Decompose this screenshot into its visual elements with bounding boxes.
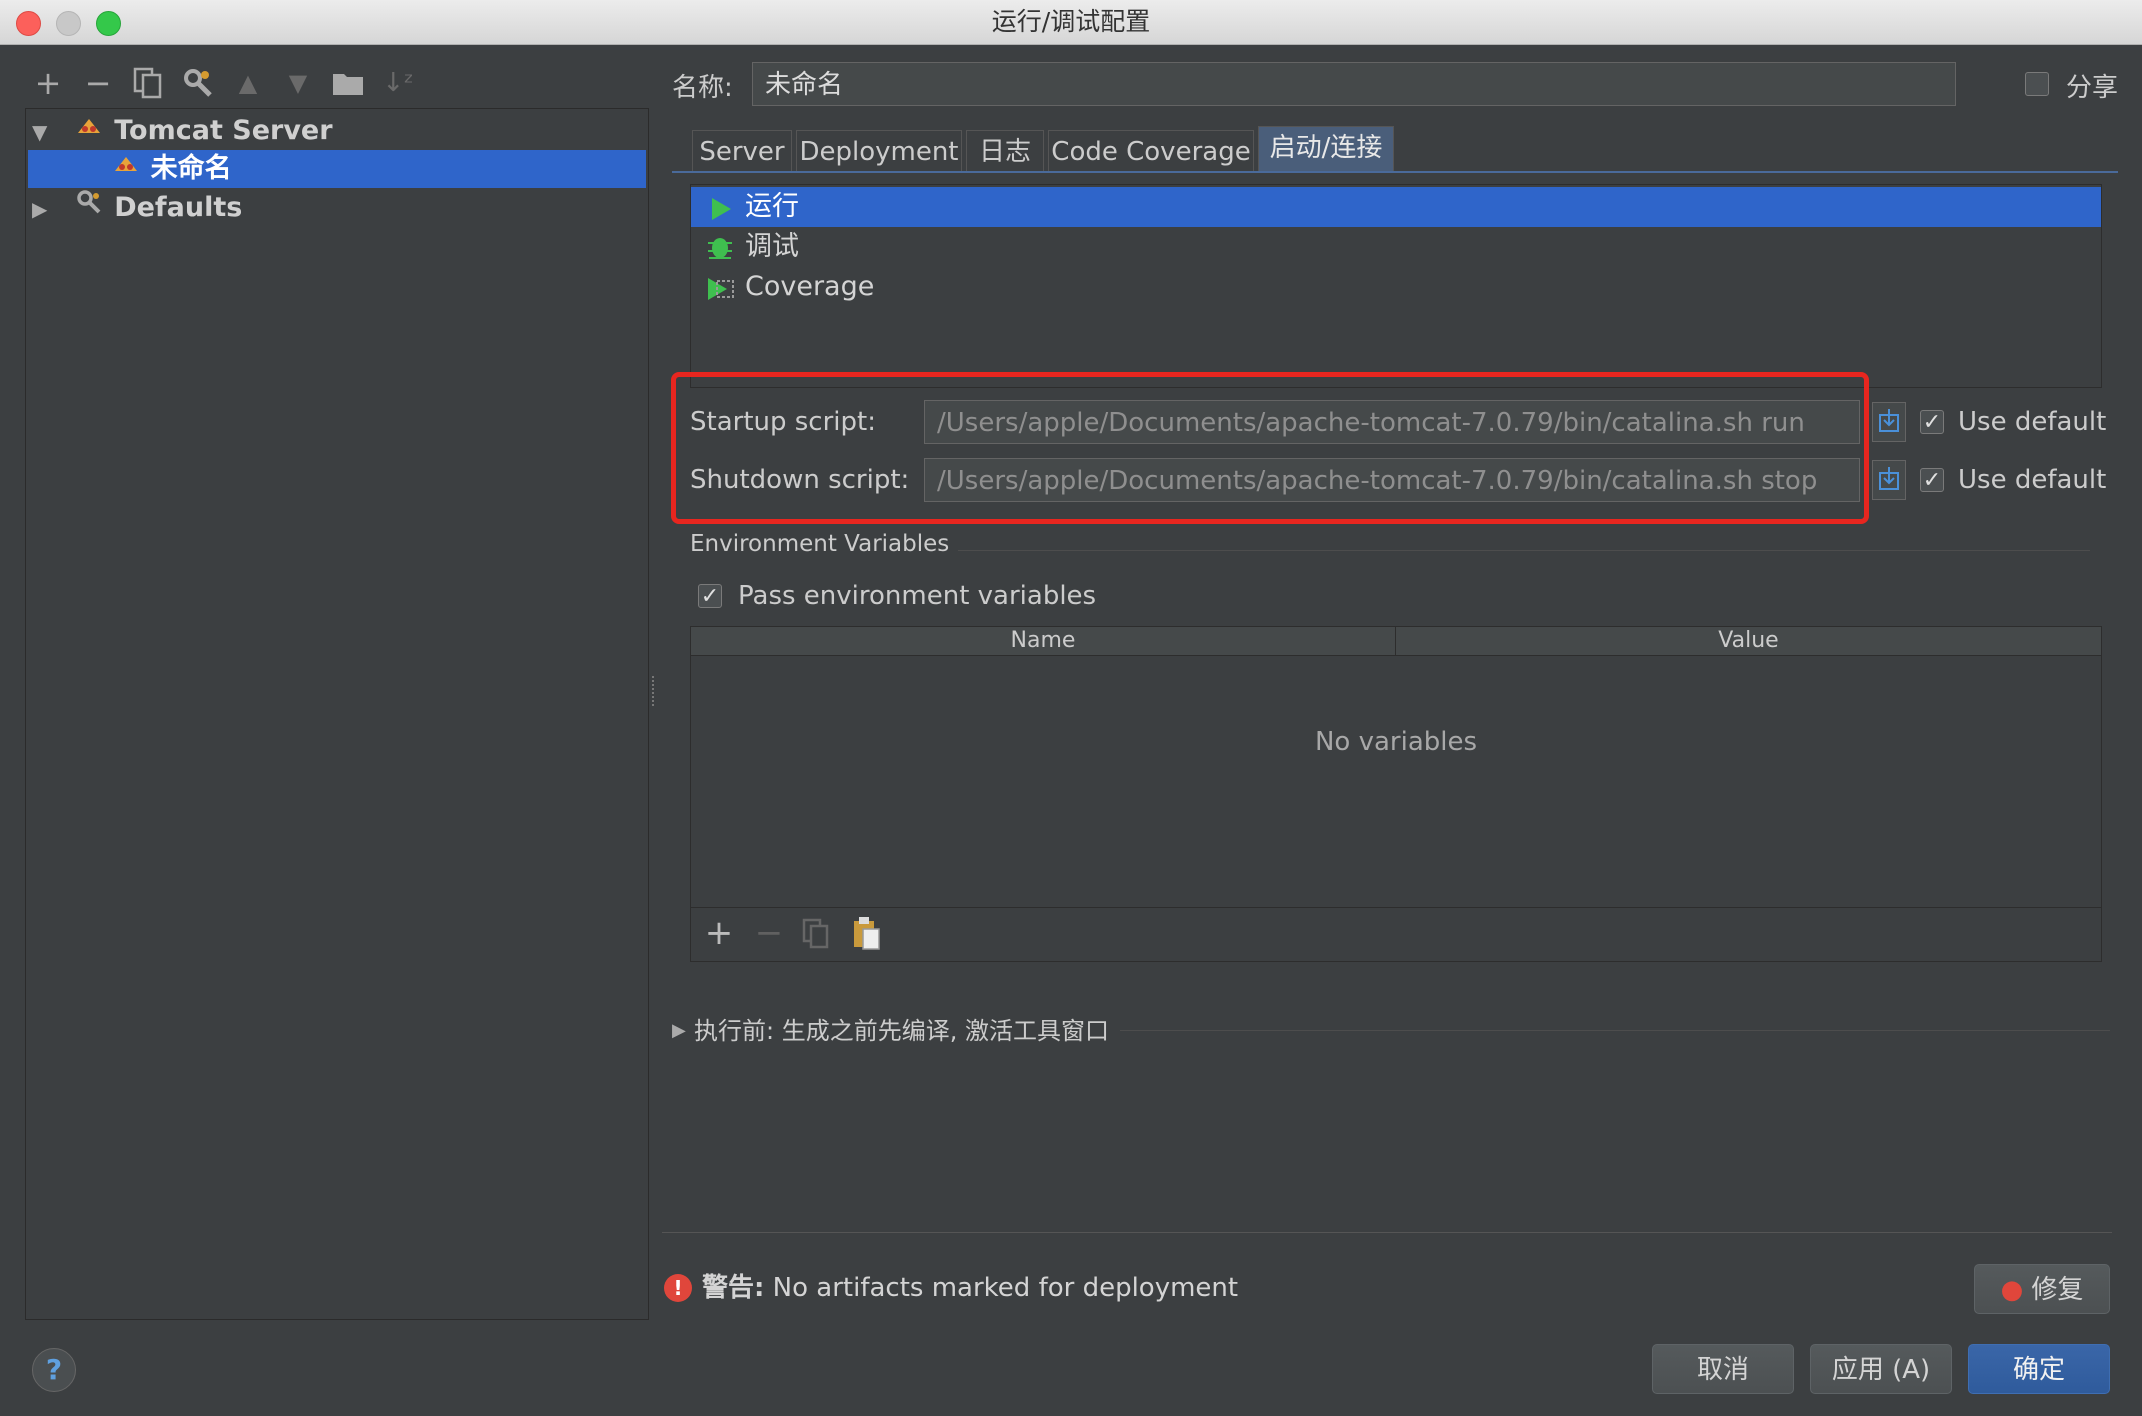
configuration-tree-panel [25,108,649,1320]
tomcat-icon [112,150,142,188]
tomcat-icon [75,112,105,150]
add-icon[interactable]: + [28,62,68,104]
tab-startup-connection[interactable]: 启动/连接 [1258,126,1394,172]
help-button[interactable]: ? [32,1348,76,1392]
highlight-annotation-box [671,372,1869,524]
fix-button[interactable]: ● 修复 [1974,1264,2110,1314]
error-icon: ! [664,1274,692,1302]
sort-icon[interactable]: ↓ᶻ [378,62,418,104]
browse-file-icon [1879,409,1899,432]
copy-variable-icon[interactable] [801,917,833,955]
warning-prefix: 警告: [702,1273,765,1303]
add-variable-icon[interactable]: + [701,913,737,953]
move-up-icon[interactable]: ▲ [228,62,268,104]
column-header-value[interactable]: Value [1396,627,2101,656]
name-input[interactable]: 未命名 [752,62,1956,106]
mode-list: 运行 调试 Coverage [690,184,2102,388]
window-titlebar: 运行/调试配置 [0,0,2142,45]
tree-item-label: Tomcat Server [114,115,333,146]
tree-item-label: Defaults [114,192,243,223]
folder-icon[interactable] [328,62,368,104]
share-checkbox[interactable] [2025,72,2049,96]
tree-item-defaults[interactable]: ▶ Defaults [32,188,242,226]
pass-env-checkbox[interactable]: ✓ [698,584,722,609]
before-launch-separator [1120,1030,2110,1031]
mode-item-run[interactable]: 运行 [691,187,2101,227]
shutdown-use-default-label: Use default [1958,465,2107,495]
wrench-settings-icon[interactable] [178,62,218,104]
startup-use-default-label: Use default [1958,407,2107,437]
apply-button[interactable]: 应用 (A) [1810,1344,1952,1394]
shutdown-use-default-checkbox[interactable]: ✓ [1920,468,1944,493]
mode-item-debug[interactable]: 调试 [691,227,2101,267]
tree-item-tomcat-server[interactable]: ▼ Tomcat Server [32,112,333,150]
tree-item-label: 未命名 [150,153,232,184]
table-toolbar-separator [691,907,2101,908]
fix-bulb-icon: ● [2000,1275,2024,1305]
before-launch-label[interactable]: 执行前: 生成之前先编译, 激活工具窗口 [694,1014,1109,1048]
coverage-icon [705,274,735,314]
env-variables-table: Name Value No variables + − [690,626,2102,962]
warning-separator [662,1232,2112,1233]
mode-label: 运行 [745,191,799,222]
warning-message: 警告: No artifacts marked for deployment [702,1270,1238,1306]
tab-underline [672,171,2118,173]
startup-use-default-checkbox[interactable]: ✓ [1920,410,1944,435]
tab-server[interactable]: Server [692,130,792,172]
browse-startup-script-button[interactable] [1872,402,1906,442]
copy-icon[interactable] [128,62,168,104]
tab-logs[interactable]: 日志 [966,130,1044,172]
tab-code-coverage[interactable]: Code Coverage [1048,130,1254,172]
warning-text: No artifacts marked for deployment [772,1273,1239,1303]
tree-item-unnamed[interactable]: 未命名 [112,150,232,188]
browse-file-icon [1879,467,1899,490]
mode-label: Coverage [745,271,875,302]
collapsed-triangle-icon[interactable]: ▶ [32,197,47,221]
name-label: 名称: [672,73,733,103]
window-title: 运行/调试配置 [991,7,1151,36]
remove-icon[interactable]: − [78,62,118,104]
move-down-icon[interactable]: ▼ [278,62,318,104]
env-section-separator [958,550,2090,551]
fix-button-label: 修复 [2031,1275,2084,1305]
wrench-icon [75,188,105,227]
mode-item-coverage[interactable]: Coverage [691,267,2101,307]
remove-variable-icon[interactable]: − [751,913,787,953]
column-header-name[interactable]: Name [691,627,1396,656]
expanded-triangle-icon[interactable]: ▼ [32,120,47,144]
mode-label: 调试 [745,231,799,262]
splitter-handle[interactable] [652,676,658,706]
empty-table-text: No variables [1314,727,1478,757]
before-launch-expand-icon[interactable]: ▶ [672,1016,686,1046]
pass-env-label: Pass environment variables [738,581,1097,611]
tab-deployment[interactable]: Deployment [796,130,962,172]
paste-variable-icon[interactable] [851,915,883,955]
env-section-title: Environment Variables [690,531,950,557]
share-label: 分享 [2066,73,2119,103]
cancel-button[interactable]: 取消 [1652,1344,1794,1394]
ok-button[interactable]: 确定 [1968,1344,2110,1394]
browse-shutdown-script-button[interactable] [1872,460,1906,500]
